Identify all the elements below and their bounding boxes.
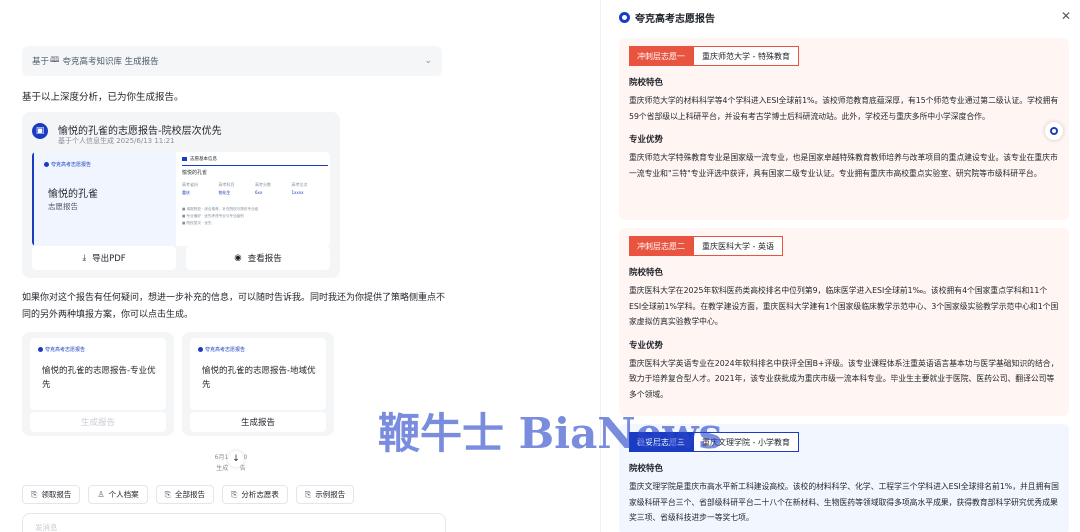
report-subtitle: 基于个人信息生成 2025/6/13 11:21 xyxy=(58,137,175,145)
all-reports-button[interactable]: ⎘ 全部报告 xyxy=(155,485,214,504)
thumb-info-list: ■ 填报院校 · 综合推荐、补充院校与院校专业组 ■ 专业偏好 · 优先考虑专业… xyxy=(182,207,259,225)
report-icon: ▣ xyxy=(32,123,48,139)
tier-tag: 稳妥层志愿三 xyxy=(629,432,693,452)
chevron-down-icon[interactable]: ⌄ xyxy=(424,56,432,66)
profile-button[interactable]: ♙ 个人档案 xyxy=(88,485,148,504)
plan-brand: 夸克高考志愿报告 xyxy=(198,346,245,353)
intro-text: 基于以上深度分析，已为你生成报告。 xyxy=(22,92,184,103)
choice-section-2: 冲刺层志愿二 重庆医科大学 - 英语 院校特色 重庆医科大学在2025年软科医药… xyxy=(619,228,1069,416)
quark-logo-icon xyxy=(619,11,630,23)
thumb-brand: 夸克高考志愿报告 xyxy=(44,161,91,168)
thumb-name: 愉悦的孔雀 xyxy=(48,189,98,200)
report-panel-title: 夸克高考志愿报告 xyxy=(635,13,715,25)
arrow-down-icon: ↓ xyxy=(232,454,240,464)
doc-icon: ⎘ xyxy=(304,489,312,499)
choice-tag: 稳妥层志愿三 重庆文理学院 - 小学教育 xyxy=(629,432,1059,452)
quark-logo-icon xyxy=(1050,127,1058,135)
message-input[interactable]: 发消息 xyxy=(22,513,446,532)
section-heading: 院校特色 xyxy=(629,268,664,278)
book-icon: 🕮 xyxy=(50,55,60,64)
close-icon[interactable]: ✕ xyxy=(1061,9,1071,23)
section-heading: 专业优势 xyxy=(629,135,664,145)
choice-section-3: 稳妥层志愿三 重庆文理学院 - 小学教育 院校特色 重庆文理学院是重庆市高水平新… xyxy=(619,424,1069,532)
quick-toolbar: ⎘ 领取报告 ♙ 个人档案 ⎘ 全部报告 ⎘ 分析志愿表 ⎘ 示例报告 xyxy=(22,485,355,504)
school-major-tag[interactable]: 重庆医科大学 - 英语 xyxy=(693,236,783,256)
view-report-button[interactable]: ◉ 查看报告 xyxy=(186,246,330,270)
claim-report-button[interactable]: ⎘ 领取报告 xyxy=(22,485,81,504)
doc-icon: ⎘ xyxy=(164,489,171,499)
logo-icon xyxy=(38,347,43,352)
assistant-float-button[interactable] xyxy=(1045,122,1063,140)
chat-pane: 基于 🕮 夸克高考知识库 生成报告 ⌄ 基于以上深度分析，已为你生成报告。 ▣ … xyxy=(0,0,600,532)
choice-tag: 冲刺层志愿二 重庆医科大学 - 英语 xyxy=(629,236,1059,256)
school-major-tag[interactable]: 重庆文理学院 - 小学教育 xyxy=(693,432,799,452)
plan-preview: 夸克高考志愿报告 愉悦的孔雀的志愿报告-地域优先 xyxy=(190,338,326,410)
followup-text: 如果你对这个报告有任何疑问，想进一步补充的信息，可以随时告诉我。同时我还为你提供… xyxy=(22,293,446,320)
choice-tag: 冲刺层志愿一 重庆师范大学 - 特殊教育 xyxy=(629,46,1059,66)
tier-tag: 冲刺层志愿一 xyxy=(629,46,693,66)
tier-tag: 冲刺层志愿二 xyxy=(629,236,693,256)
thumb-info: 志愿基本信息 愉悦的孔雀 高考省份 高考科目 高考分数 高考位次 重庆 物化生 6xx 1x… xyxy=(182,156,328,244)
doc-icon: ⎘ xyxy=(31,489,38,499)
school-major-tag[interactable]: 重庆师范大学 - 特殊教育 xyxy=(693,46,799,66)
section-body: 重庆医科大学在2025年软科医药类高校排名中位列第9，临床医学进入ESI全球前1… xyxy=(629,286,1059,326)
eye-icon: ◉ xyxy=(234,253,242,263)
plan-card-major[interactable]: 夸克高考志愿报告 愉悦的孔雀的志愿报告-专业优先 生成报告 xyxy=(22,332,174,436)
knowledge-source-bar[interactable]: 基于 🕮 夸克高考知识库 生成报告 ⌄ xyxy=(22,46,442,76)
scroll-down-button[interactable]: ↓ xyxy=(228,451,244,467)
thumb-cover: 夸克高考志愿报告 愉悦的孔雀 志愿报告 xyxy=(32,152,176,246)
thumb-info-head: 志愿基本信息 xyxy=(182,156,328,162)
report-title: 愉悦的孔雀的志愿报告-院校层次优先 xyxy=(58,126,222,137)
download-icon: ⤓ xyxy=(82,253,87,263)
section-body: 重庆医科大学英语专业在2024年软科排名中获评全国B+评级。该专业课程体系注重英… xyxy=(629,358,1059,399)
thumb-kind: 志愿报告 xyxy=(48,202,78,211)
logo-icon xyxy=(44,162,49,167)
section-body: 重庆师范大学的材料科学等4个学科进入ESI全球前1%。该校师范教育底蕴深厚，有1… xyxy=(629,96,1059,121)
report-panel: 夸克高考志愿报告 ✕ 冲刺层志愿一 重庆师范大学 - 特殊教育 院校特色 重庆师… xyxy=(600,0,1080,532)
section-heading: 专业优势 xyxy=(629,340,664,351)
section-body: 重庆师范大学特殊教育专业是国家级一流专业，也是国家卓越特殊教育教师培养与改革项目… xyxy=(629,153,1058,178)
thumb-info-name: 愉悦的孔雀 xyxy=(182,170,208,176)
plan-brand: 夸克高考志愿报告 xyxy=(38,346,85,353)
plan-title: 愉悦的孔雀的志愿报告-专业优先 xyxy=(42,366,156,390)
report-panel-header: 夸克高考志愿报告 ✕ xyxy=(601,0,1080,34)
choice-section-1: 冲刺层志愿一 重庆师范大学 - 特殊教育 院校特色 重庆师范大学的材料科学等4个… xyxy=(619,38,1069,220)
plan-card-region[interactable]: 夸克高考志愿报告 愉悦的孔雀的志愿报告-地域优先 生成报告 xyxy=(182,332,334,436)
section-heading: 院校特色 xyxy=(629,464,664,474)
section-body: 重庆文理学院是重庆市高水平新工科建设高校。该校的材料科学、化学、工程学三个学科进… xyxy=(629,482,1059,522)
sample-report-button[interactable]: ⎘ 示例报告 xyxy=(295,485,355,504)
export-pdf-button[interactable]: ⤓ 导出PDF xyxy=(32,246,176,270)
kb-prefix: 基于 xyxy=(32,57,50,67)
generate-report-button[interactable]: 生成报告 xyxy=(190,412,326,432)
doc-icon: ⎘ xyxy=(230,489,238,499)
generate-report-button[interactable]: 生成报告 xyxy=(30,412,166,432)
kb-source: 夸克高考知识库 生成报告 xyxy=(62,57,159,67)
logo-icon xyxy=(198,347,203,352)
report-thumbnail[interactable]: 夸克高考志愿报告 愉悦的孔雀 志愿报告 志愿基本信息 愉悦的孔雀 高考省份 高考科… xyxy=(32,152,330,246)
plan-title: 愉悦的孔雀的志愿报告-地域优先 xyxy=(202,366,316,390)
analyze-table-button[interactable]: ⎘ 分析志愿表 xyxy=(221,485,288,504)
section-heading: 院校特色 xyxy=(629,78,664,88)
plan-preview: 夸克高考志愿报告 愉悦的孔雀的志愿报告-专业优先 xyxy=(30,338,166,410)
user-icon: ♙ xyxy=(97,490,105,499)
thumb-info-grid: 高考省份 高考科目 高考分数 高考位次 重庆 物化生 6xx 1xxxx xyxy=(182,182,308,195)
report-card[interactable]: ▣ 愉悦的孔雀的志愿报告-院校层次优先 基于个人信息生成 2025/6/13 1… xyxy=(22,112,340,278)
